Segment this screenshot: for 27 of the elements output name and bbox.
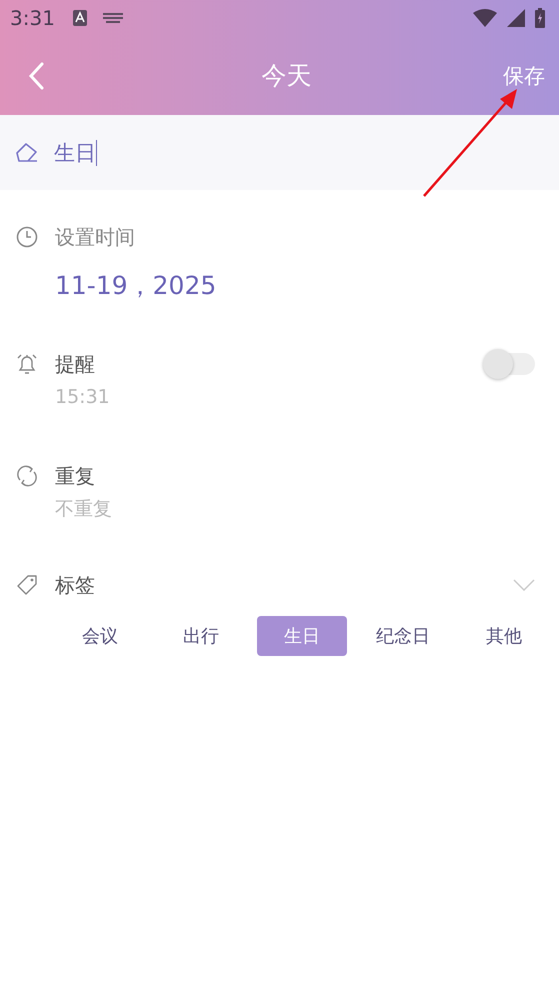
bell-icon bbox=[16, 353, 38, 375]
date-value[interactable]: 11-19，2025 bbox=[55, 268, 559, 304]
tag-chip[interactable]: 其他 bbox=[459, 616, 549, 656]
battery-icon bbox=[535, 8, 545, 28]
tags-label: 标签 bbox=[55, 572, 95, 598]
status-time: 3:31 bbox=[10, 6, 55, 30]
keyboard-letter-icon bbox=[72, 10, 87, 26]
text-cursor bbox=[96, 140, 97, 166]
clock-icon bbox=[16, 226, 38, 248]
tag-chip[interactable]: 生日 bbox=[257, 616, 347, 656]
tag-chip[interactable]: 纪念日 bbox=[358, 616, 448, 656]
reminder-time: 15:31 bbox=[55, 385, 111, 410]
back-icon bbox=[28, 62, 44, 90]
save-button[interactable]: 保存 bbox=[503, 62, 545, 90]
wifi-icon bbox=[473, 9, 497, 27]
tag-icon bbox=[16, 574, 38, 596]
repeat-label: 重复 bbox=[55, 462, 95, 490]
title-input-field[interactable]: 生日 bbox=[0, 115, 559, 190]
page-title: 今天 bbox=[262, 60, 312, 92]
reminder-label: 提醒 bbox=[55, 350, 95, 378]
tag-chip[interactable]: 会议 bbox=[55, 616, 145, 656]
repeat-icon bbox=[16, 465, 38, 487]
chevron-down-icon[interactable] bbox=[513, 579, 535, 591]
signal-icon bbox=[507, 9, 525, 27]
tag-chip[interactable]: 出行 bbox=[156, 616, 246, 656]
back-button[interactable] bbox=[28, 62, 44, 90]
time-label: 设置时间 bbox=[55, 224, 135, 250]
